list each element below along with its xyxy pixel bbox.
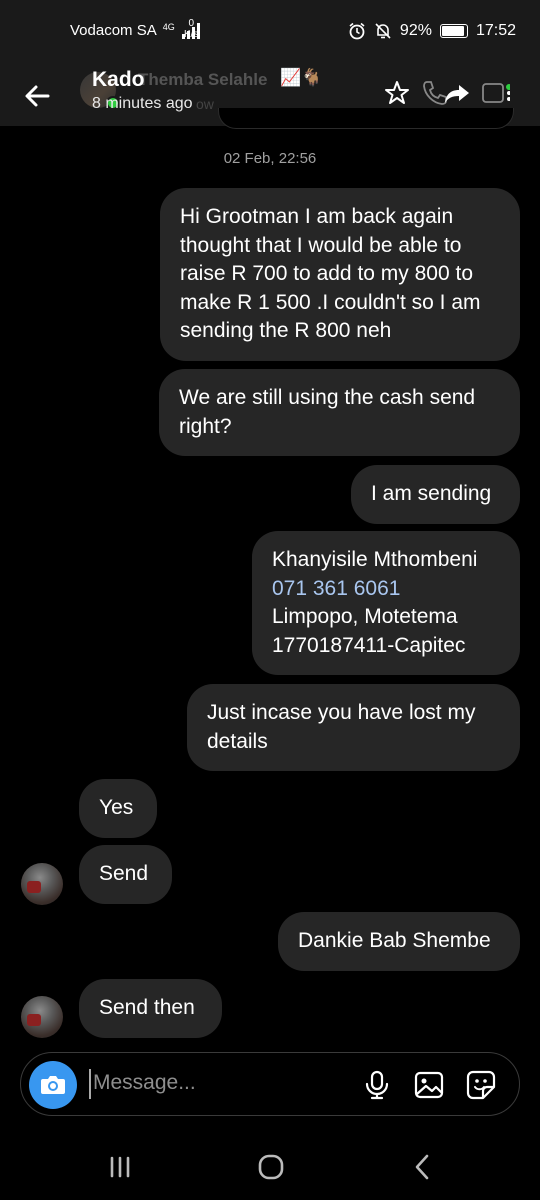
contact-name[interactable]: Kado (92, 68, 145, 92)
sticker-icon[interactable] (465, 1069, 497, 1101)
gallery-icon[interactable] (413, 1069, 445, 1101)
message-text: Dankie Bab Shembe (298, 929, 491, 952)
message-input[interactable] (93, 1071, 343, 1095)
phone-number-link[interactable]: 071 361 6061 (272, 575, 500, 604)
avatar-detail (27, 881, 41, 893)
date-separator: 02 Feb, 22:56 (223, 150, 317, 167)
video-call-icon[interactable] (480, 78, 510, 108)
message-bubble-sent[interactable]: Khanyisile Mthombeni 071 361 6061 Limpop… (252, 531, 520, 675)
ghost-emoji: 📈🐐 (280, 68, 323, 87)
carrier-group: Vodacom SA 4G (70, 22, 201, 39)
mute-bell-icon (375, 23, 391, 39)
net-speed: 0 K/s (184, 18, 198, 40)
signal-type: 4G (162, 21, 175, 32)
message-composer (20, 1052, 520, 1116)
recents-icon[interactable] (100, 1150, 140, 1184)
clock: 17:52 (475, 22, 516, 39)
message-text: I am sending (371, 482, 492, 505)
recipient-location: Limpopo, Motetema (272, 605, 458, 628)
battery-icon (439, 24, 468, 38)
status-bar: Vodacom SA 4G 0 K/s 92% 17:52 (0, 0, 540, 66)
battery-fill (441, 26, 465, 36)
message-text: Send then (99, 996, 195, 1019)
message-bubble-sent[interactable]: Hi Grootman I am back again thought that… (160, 188, 520, 361)
message-text: Hi Grootman I am back again thought that… (180, 205, 481, 342)
message-text: Just incase you have lost my details (207, 701, 476, 753)
message-text: Send (99, 862, 149, 885)
camera-icon (41, 1076, 65, 1094)
message-bubble-sent[interactable]: I am sending (351, 465, 520, 524)
account-details: 1770187411-Capitec (272, 633, 466, 657)
star-icon[interactable] (382, 78, 412, 108)
net-speed-value: 0 (188, 18, 194, 29)
text-cursor (89, 1069, 91, 1099)
carrier-name: Vodacom SA (70, 22, 157, 39)
camera-button[interactable] (29, 1061, 77, 1109)
message-text: We are still using the cash send right? (179, 386, 476, 438)
previous-bubble-edge (218, 108, 514, 129)
message-bubble-sent[interactable]: Dankie Bab Shembe (278, 912, 520, 971)
microphone-icon[interactable] (361, 1069, 393, 1101)
avatar-detail (27, 1014, 41, 1026)
ghost-active-status: ow (196, 96, 214, 112)
message-bubble-sent[interactable]: We are still using the cash send right? (159, 369, 520, 456)
share-arrow-icon[interactable] (442, 78, 472, 108)
message-bubble-received[interactable]: Send (79, 845, 172, 904)
message-bubble-received[interactable]: Yes (79, 779, 157, 838)
battery-percent: 92% (399, 22, 432, 39)
ghost-contact-name: Themba Selahle (138, 70, 268, 89)
sender-avatar[interactable] (21, 863, 63, 905)
message-bubble-sent[interactable]: Just incase you have lost my details (187, 684, 520, 771)
home-icon[interactable] (251, 1150, 291, 1184)
sender-avatar[interactable] (21, 996, 63, 1038)
last-seen: 8 minutes ago (92, 95, 193, 112)
message-bubble-received[interactable]: Send then (79, 979, 222, 1038)
status-right-group: 92% 17:52 (348, 22, 516, 40)
back-chevron-icon[interactable] (402, 1150, 442, 1184)
alarm-icon (349, 22, 365, 40)
net-speed-unit: K/s (184, 29, 199, 40)
message-text: Yes (99, 796, 134, 819)
system-nav-bar (0, 1130, 540, 1200)
arrow-left-icon[interactable] (18, 74, 58, 114)
recipient-name: Khanyisile Mthombeni (272, 548, 478, 571)
